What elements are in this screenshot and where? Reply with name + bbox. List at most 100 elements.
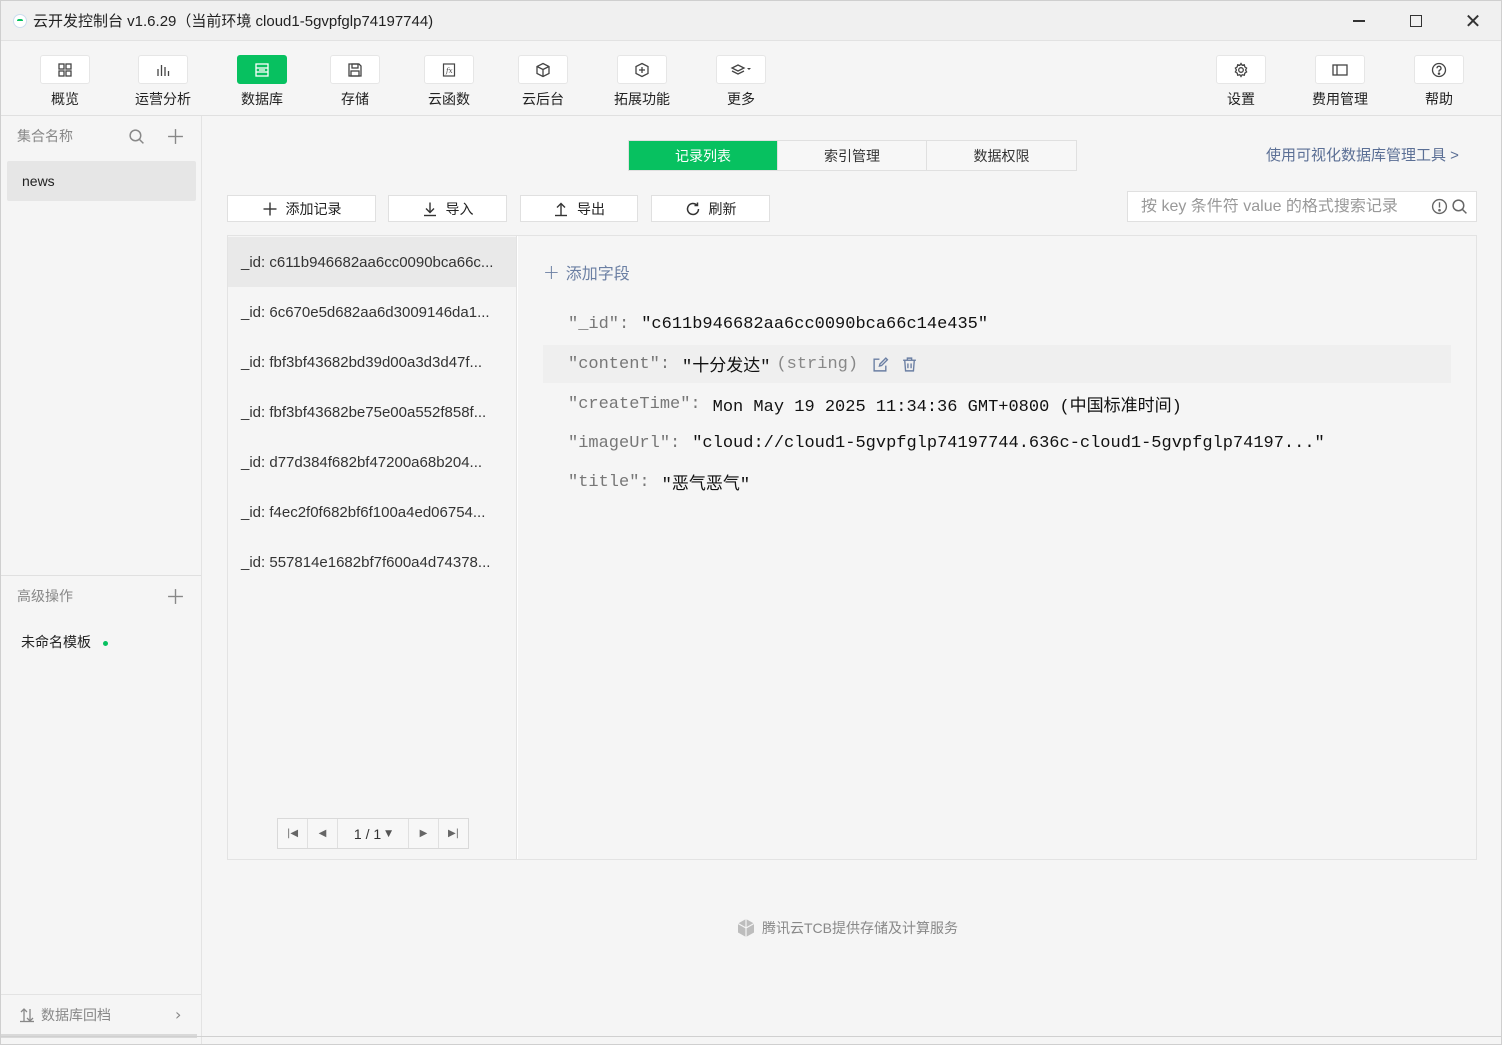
refresh-icon xyxy=(686,202,699,215)
trash-icon[interactable] xyxy=(901,356,918,373)
toolbar-storage[interactable]: 存储 xyxy=(315,55,395,109)
field-value: Mon May 19 2025 11:34:36 GMT+0800 (中国标准时… xyxy=(712,398,1182,417)
record-list: _id: c611b946682aa6cc0090bca66c... _id: … xyxy=(228,236,517,859)
prev-page-button[interactable]: ◀ xyxy=(308,819,338,848)
tab-permissions[interactable]: 数据权限 xyxy=(927,141,1076,170)
template-item[interactable]: 未命名模板 xyxy=(21,632,108,652)
edit-icon[interactable] xyxy=(872,356,889,373)
toolbar-more[interactable]: 更多 xyxy=(701,55,781,109)
field-row[interactable]: "createTime": Mon May 19 2025 11:34:36 G… xyxy=(543,385,1451,423)
add-collection-icon[interactable] xyxy=(165,126,185,146)
layers-icon xyxy=(716,55,766,84)
record-item[interactable]: _id: c611b946682aa6cc0090bca66c... xyxy=(228,237,516,287)
toolbar-cloud-backend[interactable]: 云后台 xyxy=(503,55,583,109)
maximize-button[interactable] xyxy=(1387,1,1445,41)
toolbar-label: 数据库 xyxy=(241,91,283,107)
add-template-icon[interactable] xyxy=(165,586,185,606)
field-key: "imageUrl" xyxy=(568,433,671,453)
template-label: 未命名模板 xyxy=(21,634,91,650)
field-key: "createTime" xyxy=(568,394,691,414)
minimize-button[interactable] xyxy=(1330,1,1388,41)
field-value: "c611b946682aa6cc0090bca66c14e435" xyxy=(641,314,989,334)
svg-text:fx: fx xyxy=(445,67,453,75)
record-item[interactable]: _id: fbf3bf43682bd39d00a3d3d47f... xyxy=(228,337,516,387)
add-record-button[interactable]: 添加记录 xyxy=(227,195,376,222)
toolbar-label: 云后台 xyxy=(522,91,564,107)
page-select[interactable]: 1 / 1 ▼ xyxy=(338,819,408,848)
info-icon[interactable] xyxy=(1431,198,1448,218)
toolbar-billing[interactable]: 费用管理 xyxy=(1300,55,1380,109)
sort-icon xyxy=(20,1007,34,1022)
record-item[interactable]: _id: 557814e1682bf7f600a4d74378... xyxy=(228,537,516,587)
next-page-button[interactable]: ▶ xyxy=(408,819,438,848)
close-icon: ✕ xyxy=(1464,9,1482,33)
close-button[interactable]: ✕ xyxy=(1444,1,1502,41)
toolbar-label: 存储 xyxy=(341,91,369,107)
database-rollback-link[interactable]: 数据库回档 › xyxy=(1,994,201,1034)
toolbar-analytics[interactable]: 运营分析 xyxy=(123,55,203,109)
help-icon xyxy=(1414,55,1464,84)
app-logo-icon xyxy=(13,13,27,28)
toolbar-help[interactable]: 帮助 xyxy=(1399,55,1479,109)
extension-icon xyxy=(617,55,667,84)
search-icon[interactable] xyxy=(1451,198,1468,218)
record-item[interactable]: _id: 6c670e5d682aa6d3009146da1... xyxy=(228,287,516,337)
collection-header-label: 集合名称 xyxy=(17,128,73,144)
export-button[interactable]: 导出 xyxy=(520,195,638,222)
save-icon xyxy=(330,55,380,84)
add-field-label: 添加字段 xyxy=(565,266,630,283)
minimize-icon xyxy=(1353,20,1365,22)
field-row[interactable]: "content": "十分发达" (string) xyxy=(543,345,1451,383)
field-key: "title" xyxy=(568,472,640,492)
field-separator: : xyxy=(619,314,630,334)
add-record-label: 添加记录 xyxy=(285,200,342,217)
toolbar-label: 费用管理 xyxy=(1312,91,1368,107)
toolbar-label: 云函数 xyxy=(428,91,470,107)
toolbar-label: 设置 xyxy=(1227,91,1255,107)
refresh-label: 刷新 xyxy=(708,200,737,217)
tab-index[interactable]: 索引管理 xyxy=(778,141,927,170)
toolbar-label: 帮助 xyxy=(1425,91,1453,107)
field-row[interactable]: "imageUrl": "cloud://cloud1-5gvpfglp7419… xyxy=(543,424,1451,462)
field-row[interactable]: "_id": "c611b946682aa6cc0090bca66c14e435… xyxy=(543,305,1451,343)
record-item[interactable]: _id: d77d384f682bf47200a68b204... xyxy=(228,437,516,487)
first-page-button[interactable]: |◀ xyxy=(278,819,308,848)
record-item[interactable]: _id: fbf3bf43682be75e00a552f858f... xyxy=(228,387,516,437)
cube-icon xyxy=(518,55,568,84)
add-field-button[interactable]: + 添加字段 xyxy=(543,260,630,284)
tab-bar: 记录列表 索引管理 数据权限 xyxy=(628,140,1077,171)
toolbar-label: 运营分析 xyxy=(135,91,191,107)
field-value: "恶气恶气" xyxy=(661,476,751,495)
record-detail: + 添加字段 "_id": "c611b946682aa6cc0090bca66… xyxy=(518,236,1476,859)
import-button[interactable]: 导入 xyxy=(388,195,507,222)
field-separator: : xyxy=(670,433,681,453)
field-value: "cloud://cloud1-5gvpfglp74197744.636c-cl… xyxy=(692,433,1325,453)
field-separator: : xyxy=(690,394,701,414)
maximize-icon xyxy=(1410,15,1422,27)
footer-brand-text: 腾讯云TCB提供存储及计算服务 xyxy=(762,920,958,936)
toolbar-extensions[interactable]: 拓展功能 xyxy=(602,55,682,109)
record-item[interactable]: _id: f4ec2f0f682bf6f100a4ed06754... xyxy=(228,487,516,537)
toolbar-settings[interactable]: 设置 xyxy=(1201,55,1281,109)
toolbar-label: 更多 xyxy=(727,91,755,107)
field-key: "content" xyxy=(568,354,660,374)
toolbar-cloud-function[interactable]: fx 云函数 xyxy=(409,55,489,109)
pagination: |◀ ◀ 1 / 1 ▼ ▶ ▶| xyxy=(277,818,469,849)
toolbar-label: 拓展功能 xyxy=(614,91,670,107)
record-search-input[interactable] xyxy=(1141,197,1431,216)
collection-item-news[interactable]: news xyxy=(7,161,196,201)
last-page-button[interactable]: ▶| xyxy=(438,819,468,848)
search-icon[interactable] xyxy=(126,126,146,146)
refresh-button[interactable]: 刷新 xyxy=(651,195,770,222)
visual-db-tool-link[interactable]: 使用可视化数据库管理工具 > xyxy=(1266,144,1459,165)
field-type: (string) xyxy=(776,354,859,374)
toolbar-database[interactable]: 数据库 xyxy=(222,55,302,109)
tab-records[interactable]: 记录列表 xyxy=(629,141,778,170)
wallet-icon xyxy=(1315,55,1365,84)
window-bottom-border xyxy=(1,1036,1501,1037)
collection-sidebar: 集合名称 news 高级操作 未命名模板 数据库回档 › xyxy=(1,116,202,1044)
page-indicator: 1 / 1 xyxy=(353,825,382,842)
records-panel: _id: c611b946682aa6cc0090bca66c... _id: … xyxy=(227,235,1477,860)
toolbar-overview[interactable]: 概览 xyxy=(25,55,105,109)
field-row[interactable]: "title": "恶气恶气" xyxy=(543,463,1451,501)
